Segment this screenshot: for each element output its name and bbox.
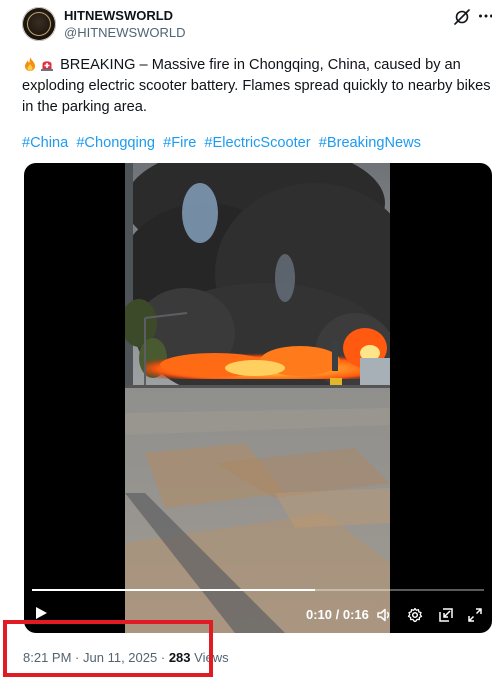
hashtag-link[interactable]: #BreakingNews: [319, 135, 421, 151]
settings-gear-icon[interactable]: [407, 607, 423, 623]
video-time-display: 0:10 / 0:16: [306, 607, 369, 622]
hashtag-link[interactable]: #Fire: [163, 135, 196, 151]
volume-icon[interactable]: [376, 607, 392, 623]
video-progress-fill: [32, 589, 315, 591]
siren-emoji-icon: [41, 61, 53, 71]
author-display-name[interactable]: HITNEWSWORLD: [64, 8, 173, 23]
hashtag-link[interactable]: #Chongqing: [76, 135, 155, 151]
video-player[interactable]: 0:10 / 0:16: [24, 163, 492, 633]
tweet-body: BREAKING – Massive fire in Chongqing, Ch…: [22, 57, 491, 115]
author-handle[interactable]: @HITNEWSWORLD: [64, 25, 186, 40]
video-progress-bar[interactable]: [32, 589, 484, 591]
picture-in-picture-icon[interactable]: [438, 607, 454, 623]
hashtag-link[interactable]: #China: [22, 135, 68, 151]
fullscreen-icon[interactable]: [467, 607, 483, 623]
hashtag-link[interactable]: #ElectricScooter: [204, 135, 310, 151]
annotation-highlight-box: [3, 620, 213, 677]
more-options-icon[interactable]: [478, 8, 492, 24]
grok-icon[interactable]: [453, 8, 471, 26]
fire-emoji-icon: [25, 57, 35, 71]
play-icon[interactable]: [34, 606, 48, 620]
tweet-text: BREAKING – Massive fire in Chongqing, Ch…: [22, 55, 492, 118]
author-avatar[interactable]: [22, 7, 56, 41]
hashtag-row: #China #Chongqing #Fire #ElectricScooter…: [22, 134, 425, 152]
video-frame-fire-scene: [125, 163, 390, 633]
